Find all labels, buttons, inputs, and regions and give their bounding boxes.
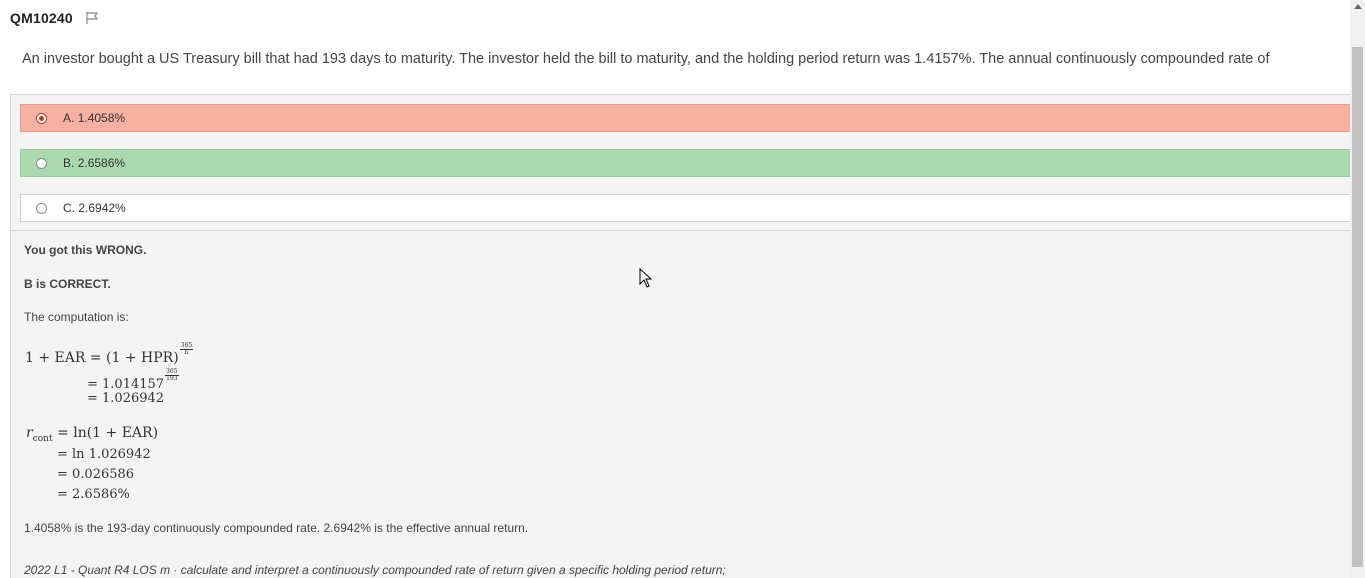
option-letter: A.: [63, 111, 75, 125]
option-letter: C.: [63, 201, 75, 215]
r-symbol: r: [26, 425, 33, 441]
los-reference: 2022 L1 - Quant R4 LOS m · calculate and…: [24, 563, 726, 577]
math-line-3: = 1.026942: [87, 391, 165, 406]
question-id: QM10240: [10, 10, 73, 26]
divider: [11, 230, 1350, 231]
option-letter: B.: [63, 156, 75, 170]
answer-panel: A. 1.4058% B. 2.6586% C. 2.6942% You got…: [10, 94, 1350, 578]
r-subscript: cont: [32, 433, 53, 444]
computation-intro: The computation is:: [24, 310, 129, 324]
math-exponent: 365 193: [165, 369, 179, 382]
math-value: = 1.014157: [87, 377, 165, 392]
math-r-line-4: = 2.6586%: [57, 487, 130, 502]
math-ear-lhs: 1 + EAR: [25, 350, 86, 366]
option-a[interactable]: A. 1.4058%: [20, 104, 1350, 132]
math-r-line-2: = ln 1.026942: [57, 447, 151, 462]
vertical-scrollbar[interactable]: [1350, 0, 1365, 578]
math-ear-rhs: = (1 + HPR): [89, 350, 179, 366]
exp-den: 193: [166, 375, 178, 382]
flag-icon[interactable]: [85, 11, 99, 25]
option-value: 2.6942%: [78, 201, 126, 215]
cursor-icon: [639, 268, 653, 288]
math-line-2: = 1.014157 365 193: [87, 369, 179, 392]
scroll-thumb[interactable]: [1352, 47, 1363, 567]
correct-answer-text: B is CORRECT.: [24, 277, 111, 291]
option-value: 1.4058%: [77, 111, 126, 125]
explanation-note: 1.4058% is the 193-day continuously comp…: [24, 521, 529, 535]
result-text: You got this WRONG.: [24, 243, 147, 257]
question-text: An investor bought a US Treasury bill th…: [22, 51, 1270, 67]
radio-icon[interactable]: [36, 112, 47, 124]
math-r-line-3: = 0.026586: [57, 467, 135, 482]
exp-den: n: [184, 349, 189, 356]
question-header: QM10240: [10, 10, 99, 26]
option-value: 2.6586%: [77, 156, 126, 170]
scroll-up-icon[interactable]: [1354, 4, 1362, 9]
math-line-1: 1 + EAR = (1 + HPR) 365 n: [25, 343, 194, 366]
math-value: = ln(1 + EAR): [57, 425, 159, 441]
math-exponent: 365 n: [179, 343, 194, 356]
math-r-line-1: rcont = ln(1 + EAR): [26, 425, 158, 444]
radio-icon[interactable]: [36, 157, 47, 169]
radio-icon[interactable]: [36, 202, 47, 214]
option-c[interactable]: C. 2.6942%: [20, 194, 1350, 222]
option-b[interactable]: B. 2.6586%: [20, 149, 1350, 177]
